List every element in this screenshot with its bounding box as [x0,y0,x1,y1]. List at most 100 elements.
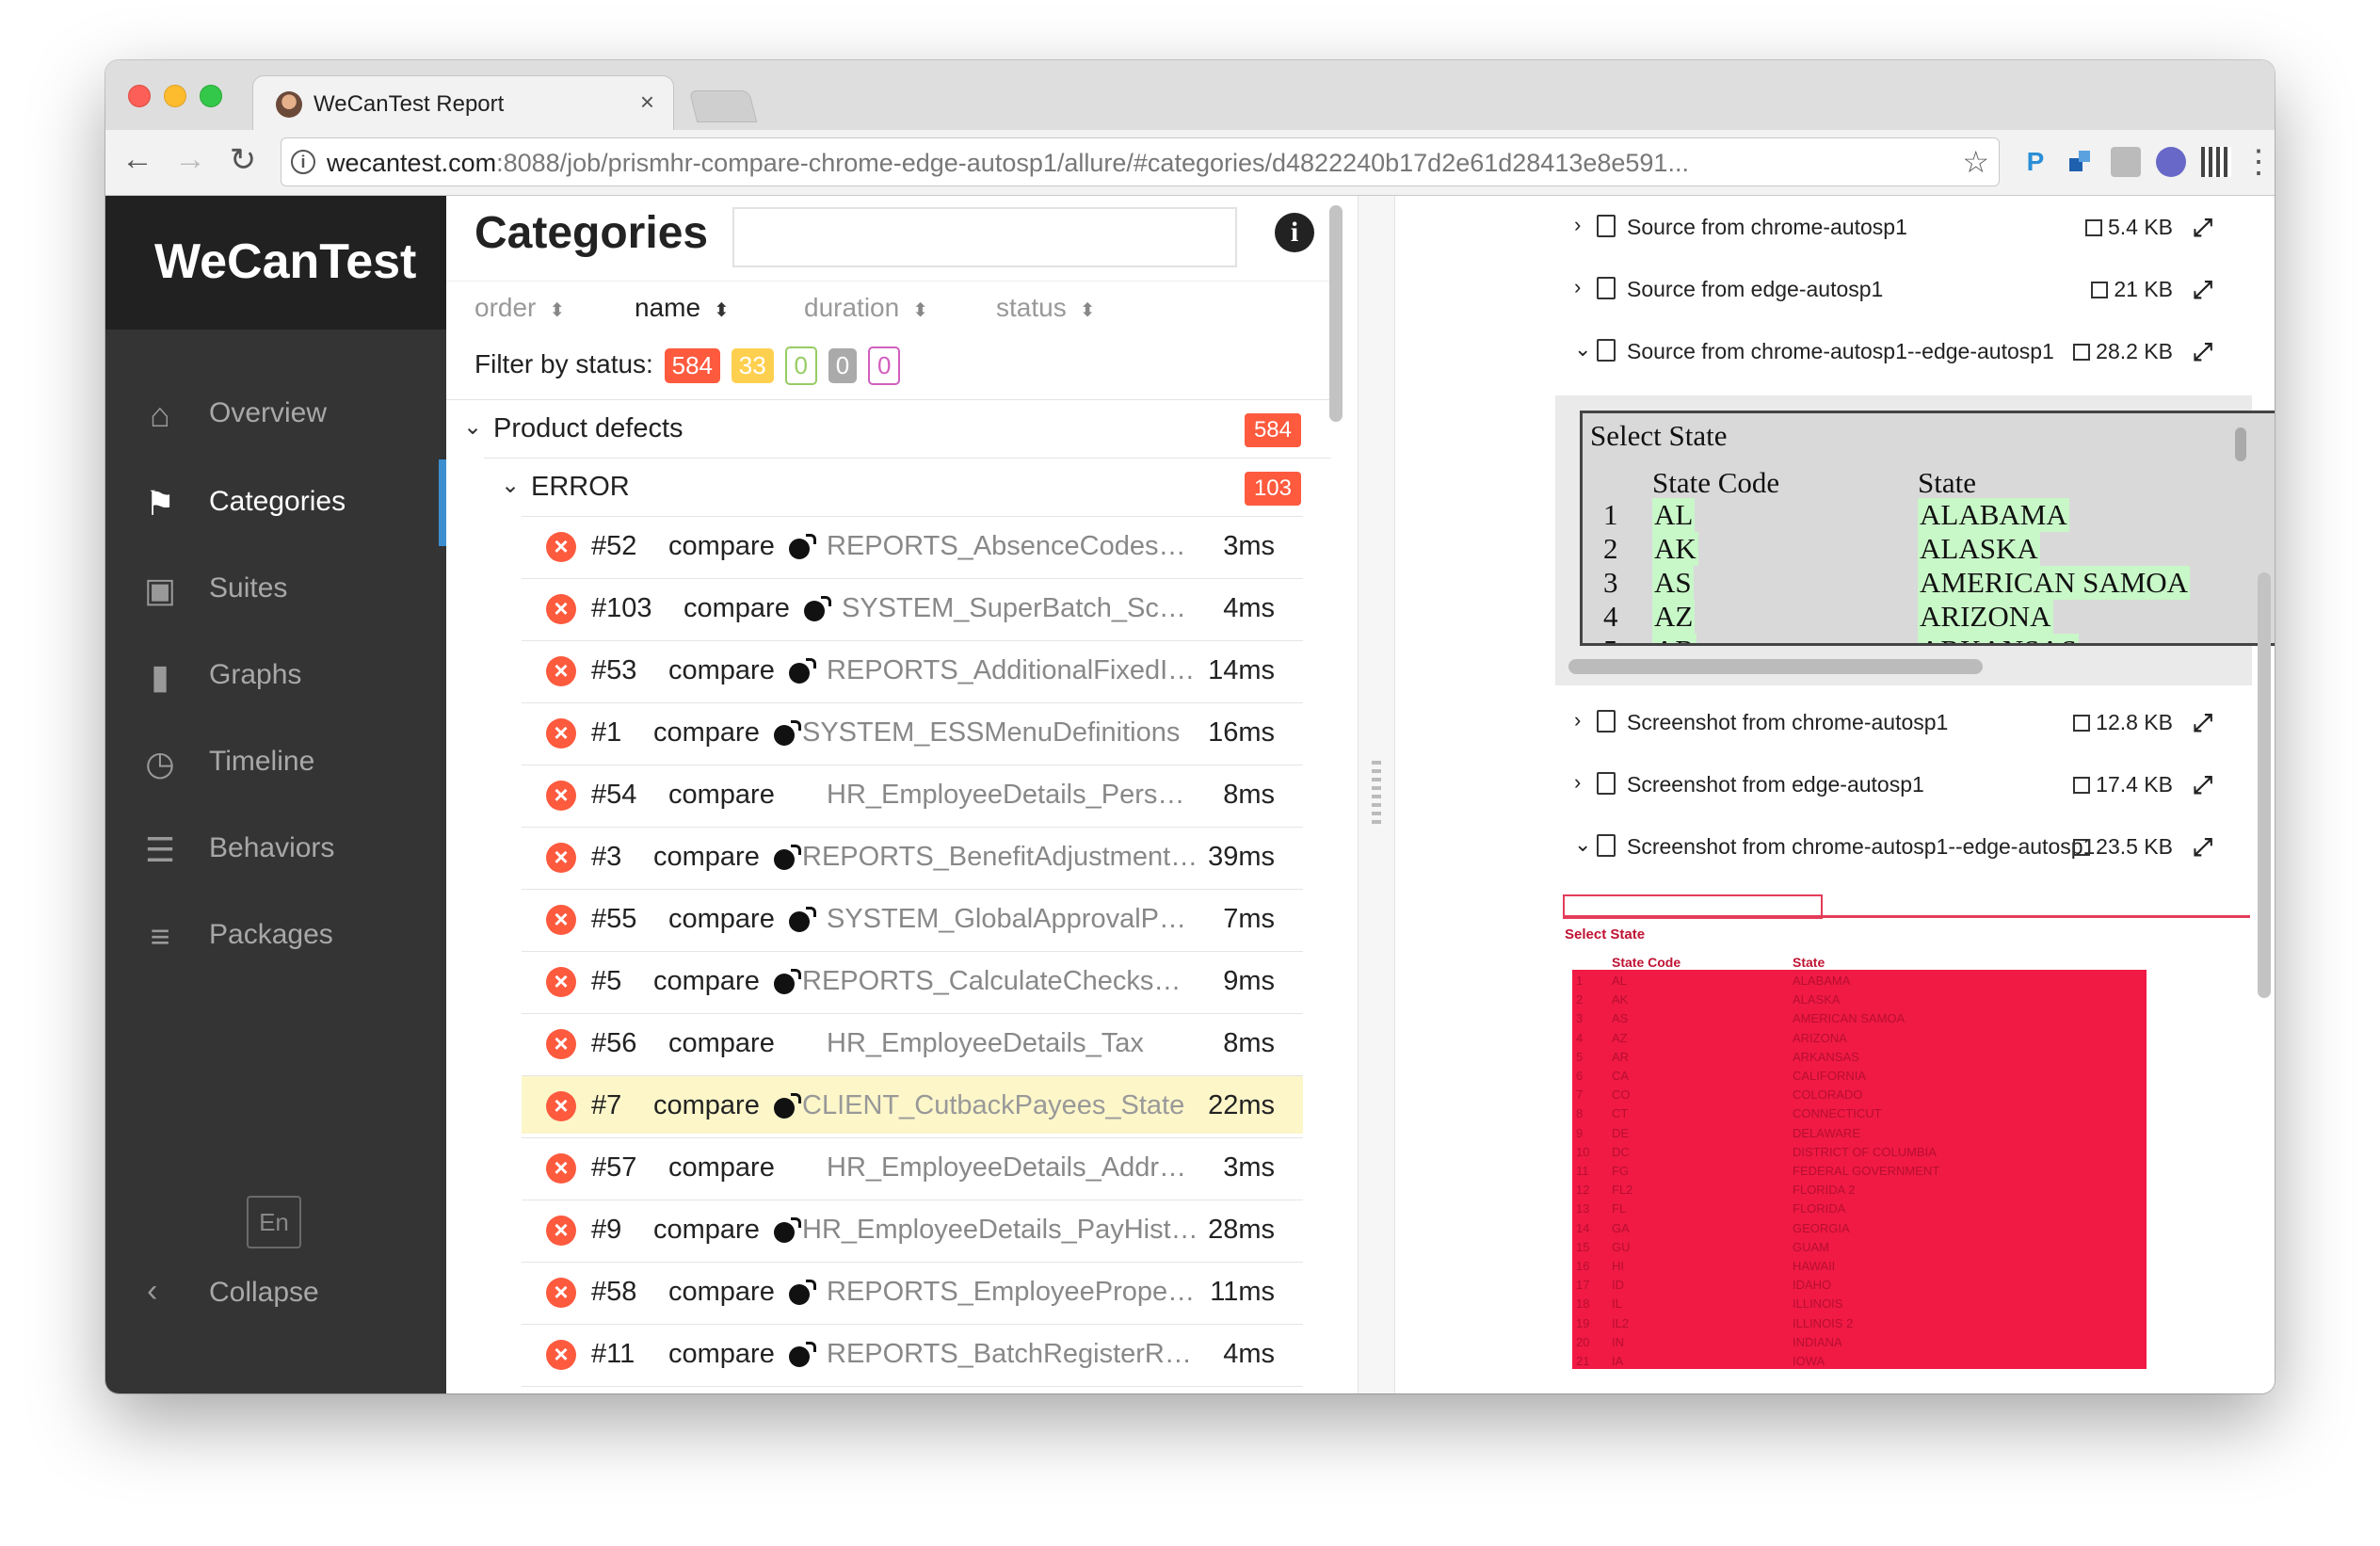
test-row[interactable]: × #9 compare HR_EmployeeDetails_PayHistory 2… [522,1200,1303,1258]
test-row[interactable]: × #57 compare HR_EmployeeDetails_Address 3ms [522,1137,1303,1196]
sidebar-item-categories[interactable]: ⚑ Categories [105,459,446,546]
test-duration: 8ms [1223,1028,1275,1058]
test-row[interactable]: × #1 compare SYSTEM_ESSMenuDefinitions 16ms [522,702,1303,761]
list-scrollbar[interactable] [1329,205,1343,422]
test-row[interactable]: × #5 compare REPORTS_CalculateChecksRepo...… [522,951,1303,1009]
sidebar-item-timeline[interactable]: ◷ Timeline [105,719,446,806]
bookmark-star-icon[interactable]: ☆ [1962,144,1989,180]
forward-icon[interactable]: → [171,141,209,178]
url-text[interactable]: wecantest.com:8088/job/prismhr-compare-c… [327,149,1689,178]
sidebar-item-overview[interactable]: ⌂ Overview [105,371,446,458]
source-row: 3 AS AMERICAN SAMOA [1603,566,2275,600]
failed-status-icon: × [546,1340,576,1370]
detail-scrollbar[interactable] [2258,572,2271,998]
source-vscrollbar[interactable] [2235,427,2246,461]
reload-icon[interactable]: ↻ [224,141,262,179]
test-row[interactable]: × #52 compare REPORTS_AbsenceCodesRepor... 3… [522,516,1303,574]
language-button[interactable]: En [247,1196,301,1248]
group-product-defects[interactable]: ⌄ Product defects 584 [446,399,1331,458]
bomb-icon [789,1342,816,1368]
menu-icon[interactable]: ⋮ [2243,143,2275,181]
test-row[interactable]: × #54 compare HR_EmployeeDetails_Personal 8m… [522,765,1303,823]
attachment-row[interactable]: ⌄ Source from chrome-autosp1--edge-autosp… [1397,320,2226,382]
filter-skipped-badge[interactable]: 0 [828,348,858,383]
tab-close-icon[interactable]: × [640,88,654,117]
test-number: #11 [591,1339,635,1369]
state-name: CALIFORNIA [1793,1069,1867,1083]
filter-unknown-badge[interactable]: 0 [868,346,901,385]
sort-order[interactable]: order ⬍ [474,293,565,323]
new-tab-button[interactable] [688,90,758,122]
categories-panel: Categories i order ⬍ name ⬍ duration ⬍ stat… [446,196,1331,1393]
sidebar-item-graphs[interactable]: ▮ Graphs [105,633,446,719]
close-window-button[interactable] [128,85,151,107]
brand[interactable]: WeCanTest [105,196,446,330]
attachment-row[interactable]: › Source from chrome-autosp1 5.4 KB ⤢ [1397,196,2226,258]
test-row[interactable]: × #11 compare REPORTS_BatchRegisterReport..… [522,1324,1303,1382]
test-operation: compare [668,655,775,685]
info-icon[interactable]: i [1275,213,1314,252]
back-icon[interactable]: ← [119,141,156,178]
expand-icon[interactable]: ⤢ [2193,213,2212,243]
test-row[interactable]: × #56 compare HR_EmployeeDetails_Tax 8ms [522,1013,1303,1071]
attachment-row[interactable]: › Source from edge-autosp1 21 KB ⤢ [1397,258,2226,320]
sort-name[interactable]: name ⬍ [635,293,730,323]
extension-qr-icon[interactable] [2201,147,2231,177]
filter-failed-badge[interactable]: 584 [664,348,721,383]
minimize-window-button[interactable] [164,85,186,107]
test-row[interactable]: × #55 compare SYSTEM_GlobalApprovalPolicie.… [522,889,1303,947]
diff-row: 12 FL2 FLORIDA 2 [1576,1183,2141,1201]
test-name: CLIENT_CutbackPayees_State [802,1090,1185,1120]
extension-p-icon[interactable]: P [2020,147,2050,177]
expand-icon[interactable]: ⤢ [2193,275,2212,305]
extension-image-icon[interactable] [2111,147,2141,177]
diff-row: 1 AL ALABAMA [1576,974,2141,992]
row-number: 1 [1603,498,1618,531]
site-info-icon[interactable]: i [291,150,315,174]
attachment-row[interactable]: › Screenshot from edge-autosp1 17.4 KB ⤢ [1397,753,2226,815]
file-icon [1597,710,1616,733]
source-hscrollbar[interactable] [1568,659,1983,674]
attachment-row[interactable]: ⌄ Screenshot from chrome-autosp1--edge-au… [1397,815,2226,878]
state-name: INDIANA [1793,1334,1842,1349]
expand-icon[interactable]: ⤢ [2193,832,2212,862]
test-row[interactable]: × #103 compare SYSTEM_SuperBatch_Schedul...… [522,578,1303,636]
attachment-row[interactable]: › Screenshot from chrome-autosp1 12.8 KB ⤢ [1397,691,2226,753]
expand-icon[interactable]: ⤢ [2193,708,2212,738]
row-number: 18 [1576,1296,1590,1312]
sidebar-item-suites[interactable]: ▣ Suites [105,546,446,633]
tab-title: WeCanTest Report [314,91,505,117]
group-count-badge: 103 [1244,472,1301,506]
bomb-icon [789,534,816,560]
search-input[interactable] [732,207,1237,267]
extension-squares-icon[interactable] [2066,147,2096,177]
filter-broken-badge[interactable]: 33 [731,348,774,383]
test-row[interactable]: ×#59compareHR_PayRateChange_StatusTyp...… [522,1386,1303,1393]
state-name: ARIZONA [1918,600,2053,634]
collapse-button[interactable]: ‹ Collapse [105,1260,446,1326]
subgroup-error[interactable]: ⌄ ERROR 103 [484,458,1331,516]
sort-duration[interactable]: duration ⬍ [804,293,928,323]
state-code: AK [1612,992,1629,1007]
expand-icon[interactable]: ⤢ [2193,337,2212,367]
test-row[interactable]: × #58 compare REPORTS_EmployeePropertyR... 1… [522,1262,1303,1320]
address-bar[interactable]: i wecantest.com:8088/job/prismhr-compare… [281,137,2000,186]
failed-status-icon: × [546,1153,576,1184]
test-row[interactable]: × #53 compare REPORTS_AdditionalFixedInco..… [522,640,1303,699]
sort-bar: order ⬍ name ⬍ duration ⬍ status ⬍ [446,281,1331,337]
sidebar-item-behaviors[interactable]: ☰ Behaviors [105,806,446,893]
expand-icon[interactable]: ⤢ [2193,770,2212,800]
extension-globe-icon[interactable] [2156,147,2186,177]
pane-splitter[interactable] [1358,196,1395,1393]
test-row[interactable]: × #7 compare CLIENT_CutbackPayees_State 22ms [522,1075,1303,1134]
sort-status[interactable]: status ⬍ [996,293,1095,323]
source-frame[interactable]: Select State State Code State 1 AL ALABAMA… [1580,411,2275,646]
sidebar-item-packages[interactable]: ≡ Packages [105,893,446,979]
test-row[interactable]: × #3 compare REPORTS_BenefitAdjustmentsR...… [522,827,1303,885]
state-name: FLORIDA [1793,1201,1846,1216]
diff-row: 21 IA IOWA [1576,1354,2141,1373]
zoom-window-button[interactable] [200,85,222,107]
row-number: 9 [1576,1125,1584,1140]
browser-tab[interactable]: WeCanTest Report × [252,75,674,132]
filter-passed-badge[interactable]: 0 [784,346,817,385]
